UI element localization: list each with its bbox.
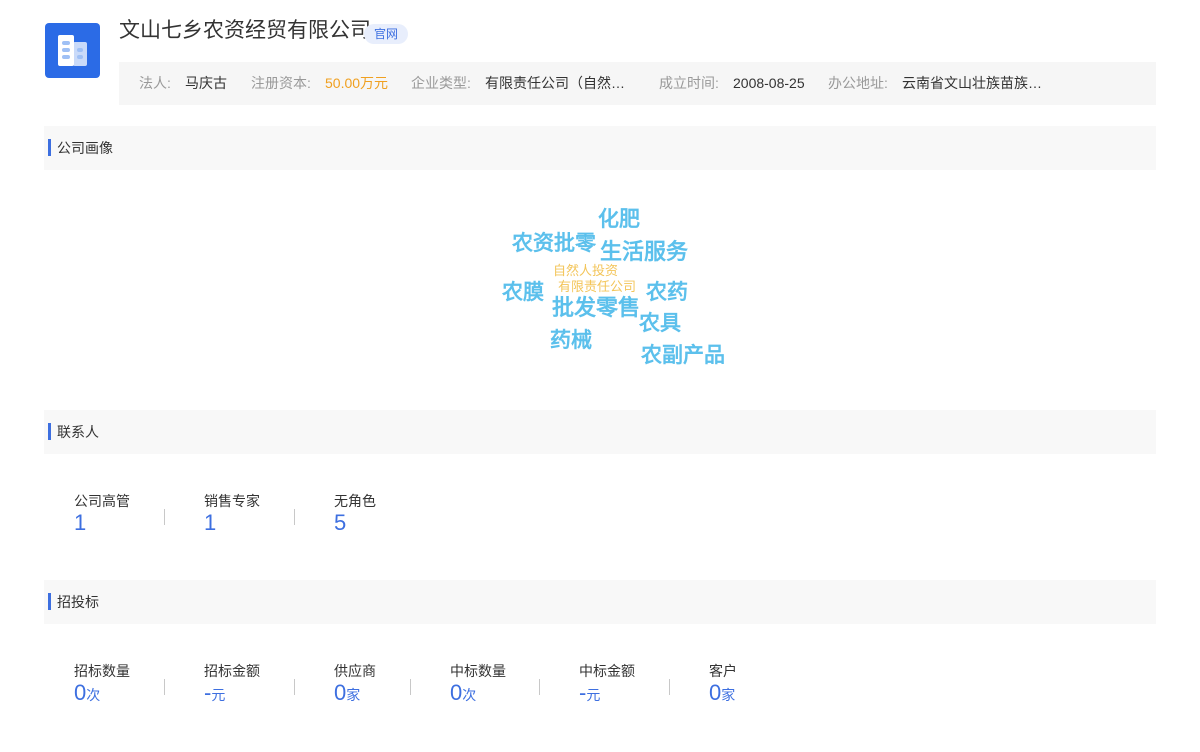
- company-type-value: 有限责任公司（自然…: [485, 75, 625, 91]
- stat-value: 0家: [709, 680, 736, 705]
- wordcloud-word[interactable]: 农具: [639, 313, 681, 334]
- stat-divider: [294, 679, 295, 695]
- stat-divider: [164, 679, 165, 695]
- stat-divider: [294, 509, 295, 525]
- stat-label: 中标数量: [450, 663, 506, 679]
- stat-value: 0家: [334, 680, 361, 705]
- founded-label: 成立时间:: [659, 75, 719, 91]
- stat-divider: [410, 679, 411, 695]
- section-title-contacts: 联系人: [57, 424, 99, 440]
- section-title-portrait: 公司画像: [57, 140, 113, 156]
- stat-label: 公司高管: [74, 493, 130, 509]
- stat-value: -元: [579, 680, 601, 705]
- wordcloud-word[interactable]: 化肥: [598, 209, 640, 230]
- founded-value: 2008-08-25: [733, 75, 805, 91]
- wordcloud-word[interactable]: 生活服务: [600, 241, 688, 263]
- capital-label: 注册资本:: [251, 75, 311, 91]
- wordcloud-word[interactable]: 药械: [550, 330, 592, 351]
- wordcloud-word[interactable]: 批发零售: [552, 297, 640, 319]
- wordcloud-word[interactable]: 农膜: [502, 282, 544, 303]
- stat-label: 招标金额: [204, 663, 260, 679]
- section-accent-bar: [48, 139, 51, 156]
- official-site-badge[interactable]: 官网: [364, 24, 409, 44]
- stat-value: 1: [74, 510, 87, 535]
- building-icon: [58, 35, 87, 66]
- address-value: 云南省文山壮族苗族…: [902, 75, 1042, 91]
- section-header-contacts: 联系人: [44, 410, 1156, 454]
- legal-person-value[interactable]: 马庆古: [185, 62, 227, 105]
- stat-label: 中标金额: [579, 663, 635, 679]
- legal-person-label: 法人:: [139, 75, 171, 91]
- wordcloud-word[interactable]: 农药: [646, 282, 688, 303]
- stat-divider: [669, 679, 670, 695]
- company-info-bar: 法人: 马庆古 注册资本: 50.00万元 企业类型: 有限责任公司（自然… 成…: [119, 62, 1156, 105]
- stat-divider: [539, 679, 540, 695]
- section-header-portrait: 公司画像: [44, 126, 1156, 170]
- company-name: 文山七乡农资经贸有限公司: [119, 19, 371, 42]
- section-title-bidding: 招投标: [57, 594, 99, 610]
- stat-divider: [164, 509, 165, 525]
- section-accent-bar: [48, 423, 51, 440]
- section-header-bidding: 招投标: [44, 580, 1156, 624]
- capital-value: 50.00万元: [325, 75, 389, 91]
- stat-label: 招标数量: [74, 663, 130, 679]
- tag-word-cloud: 化肥 农资批零 生活服务 自然人投资 农膜 有限责任公司 农药 批发零售 农具 …: [44, 170, 1156, 410]
- company-logo: [45, 23, 100, 78]
- stat-label: 客户: [709, 663, 737, 679]
- stat-value: 0次: [74, 680, 101, 705]
- wordcloud-word[interactable]: 自然人投资: [553, 264, 618, 277]
- wordcloud-word[interactable]: 有限责任公司: [558, 280, 636, 293]
- address-label: 办公地址:: [828, 75, 888, 91]
- section-accent-bar: [48, 593, 51, 610]
- stat-label: 销售专家: [204, 493, 260, 509]
- stat-value: 5: [334, 510, 347, 535]
- wordcloud-word[interactable]: 农资批零: [512, 233, 596, 254]
- company-type-label: 企业类型:: [411, 75, 471, 91]
- stat-value: 1: [204, 510, 217, 535]
- stat-value: -元: [204, 680, 226, 705]
- wordcloud-word[interactable]: 农副产品: [641, 345, 725, 366]
- stat-label: 无角色: [334, 493, 376, 509]
- stat-label: 供应商: [334, 663, 376, 679]
- stat-value: 0次: [450, 680, 477, 705]
